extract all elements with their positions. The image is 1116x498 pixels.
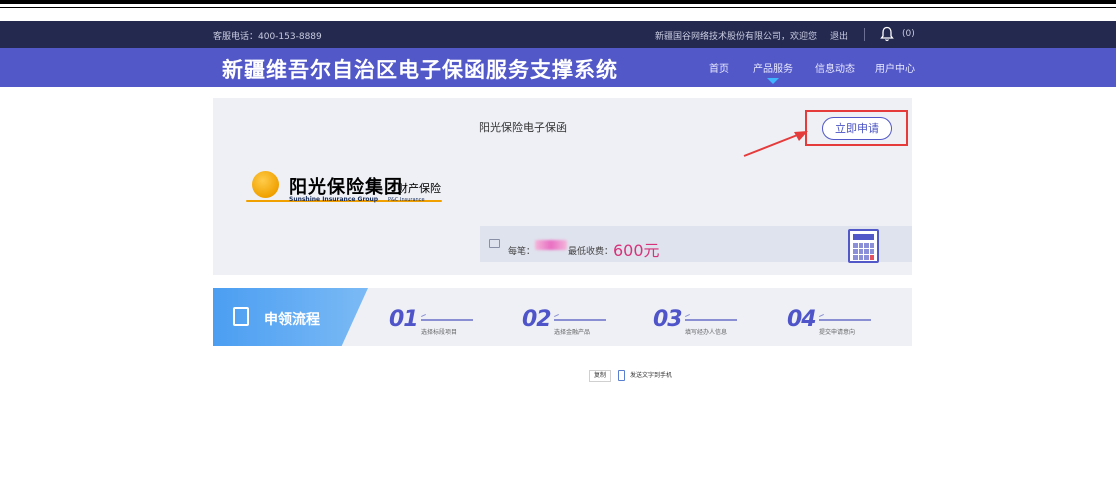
min-fee-label: 最低收费： <box>568 247 614 257</box>
bell-icon[interactable] <box>880 26 894 42</box>
step-label: 填写经办人信息 <box>685 329 728 336</box>
utility-bar: 客服电话：400-153-8889 新疆国谷网络技术股份有限公司，欢迎您 退出 … <box>0 21 1116 48</box>
logout-link[interactable]: 退出 <box>830 29 848 42</box>
logo-name-en: Sunshine Insurance Group <box>289 196 379 203</box>
welcome-text: 新疆国谷网络技术股份有限公司，欢迎您 <box>655 32 818 42</box>
redacted-fee <box>535 240 567 250</box>
step-number: 03 <box>653 307 683 332</box>
divider <box>864 28 865 41</box>
step-label: 提交申请意向 <box>819 329 856 336</box>
product-name: 阳光保险电子保函 <box>479 121 567 134</box>
nav-news[interactable]: 信息动态 <box>815 60 855 75</box>
process-title: 申领流程 <box>264 312 320 328</box>
form-icon <box>233 307 249 326</box>
step-label: 选择标段项目 <box>421 329 458 336</box>
fee-label: 每笔： <box>508 247 536 257</box>
service-phone: 客服电话：400-153-8889 <box>213 32 322 42</box>
calculator-icon[interactable] <box>848 229 879 263</box>
nav-products[interactable]: 产品服务 <box>753 60 793 75</box>
sunshine-logo-icon <box>252 171 279 198</box>
min-fee-amount: 600元 <box>613 241 660 260</box>
copy-button[interactable]: 复制 <box>589 370 611 382</box>
monitor-icon <box>489 239 500 248</box>
step-number: 04 <box>787 307 817 332</box>
step-number: 01 <box>389 307 419 332</box>
nav-home[interactable]: 首页 <box>709 60 729 75</box>
arrow-annotation-icon <box>743 131 808 157</box>
step-label: 选择金融产品 <box>554 329 591 336</box>
notification-count: (0) <box>902 29 915 39</box>
site-title: 新疆维吾尔自治区电子保函服务支撑系统 <box>222 58 618 82</box>
main-nav: 新疆维吾尔自治区电子保函服务支撑系统 首页 产品服务 信息动态 用户中心 <box>0 48 1116 87</box>
nav-user-center[interactable]: 用户中心 <box>875 60 915 75</box>
send-to-phone-button[interactable]: 发送文字到手机 <box>630 370 698 382</box>
logo-sub-cn: 财产保险 <box>397 182 441 195</box>
active-nav-indicator <box>767 78 779 84</box>
top-rule-thin <box>0 7 1116 8</box>
phone-icon <box>618 370 625 381</box>
top-rule <box>0 0 1116 4</box>
apply-now-button[interactable]: 立即申请 <box>822 117 892 140</box>
logo-sub-en: P&C Insurance <box>388 197 425 203</box>
step-number: 02 <box>522 307 552 332</box>
